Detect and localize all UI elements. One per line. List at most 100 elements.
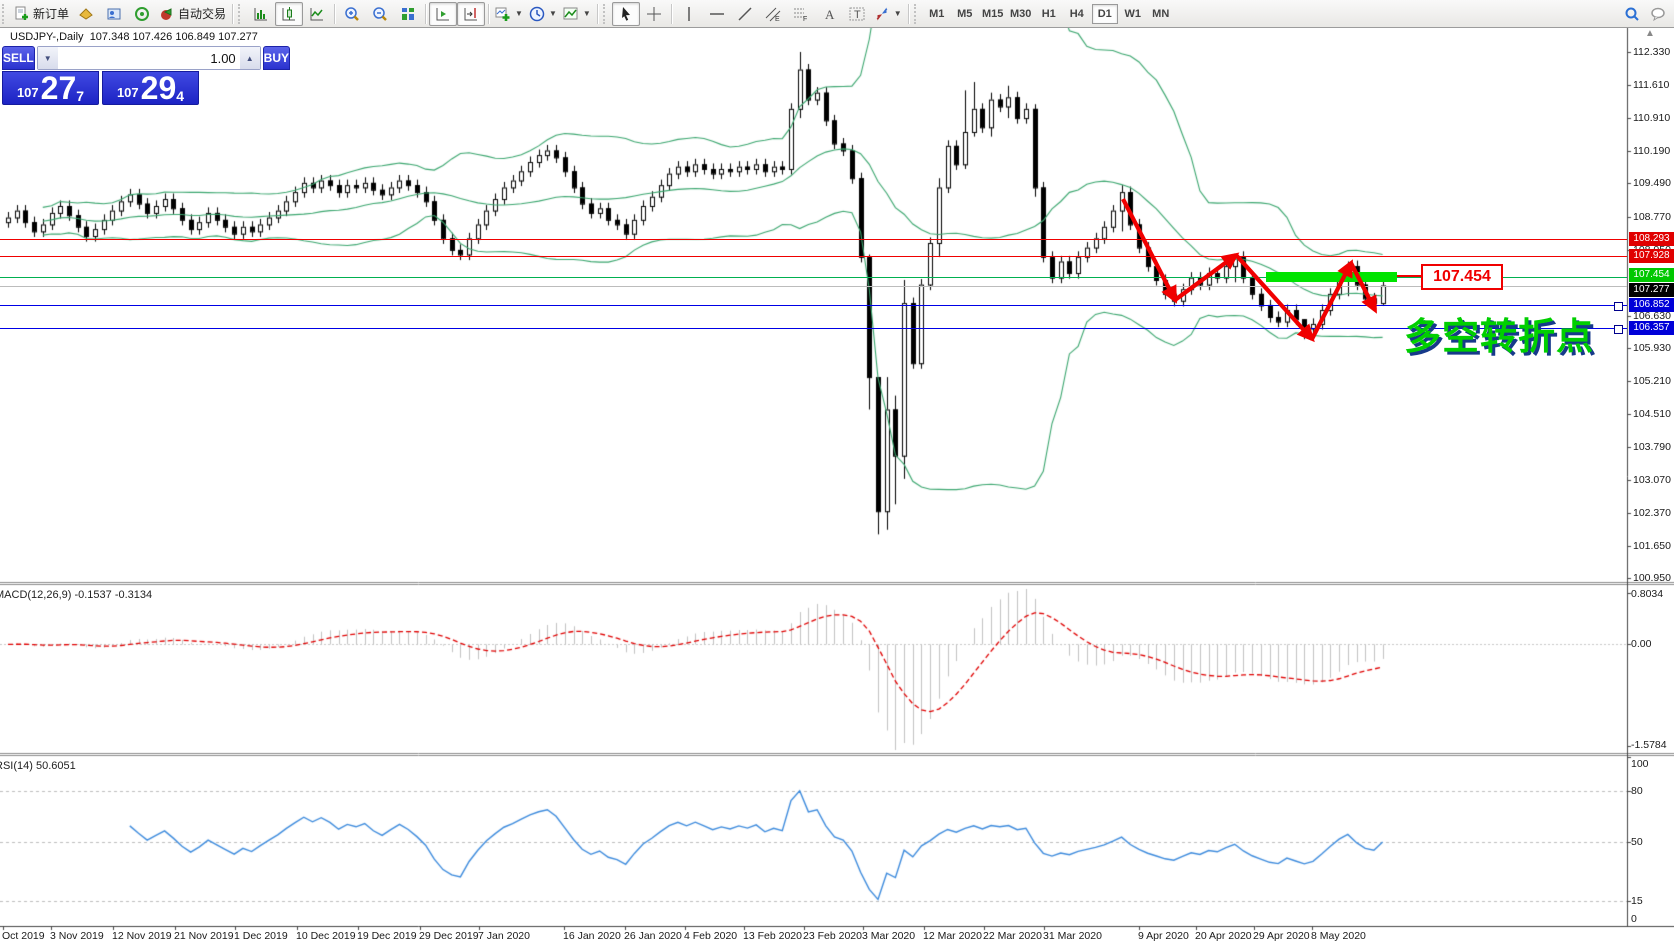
date-label: 13 Feb 2020 [743, 930, 802, 942]
date-label: 3 Nov 2019 [50, 930, 104, 942]
bar-chart-button[interactable] [247, 2, 275, 26]
volume-down-button[interactable]: ▼ [38, 47, 58, 69]
rsi-axis-label: 15 [1631, 895, 1643, 907]
date-label: 29 Dec 2019 [419, 930, 479, 942]
search-icon[interactable] [1624, 6, 1640, 22]
price-tick-label: 105.210 [1633, 375, 1674, 387]
vertical-line-button[interactable] [675, 2, 703, 26]
level-line-107.928[interactable] [0, 256, 1627, 257]
date-label: 20 Apr 2020 [1195, 930, 1252, 942]
cursor-button[interactable] [612, 2, 640, 26]
tile-windows-icon [400, 6, 416, 22]
line-handle[interactable] [1614, 302, 1623, 311]
horizontal-line-button[interactable] [703, 2, 731, 26]
timeframe-m15[interactable]: M15 [980, 4, 1006, 24]
rsi-axis-label: 50 [1631, 836, 1643, 848]
zoom-out-button[interactable] [366, 2, 394, 26]
dropdown-arrow-icon: ▼ [583, 9, 591, 18]
fibonacci-button[interactable]: F [787, 2, 815, 26]
sell-button[interactable]: SELL [2, 46, 35, 70]
date-label: 12 Mar 2020 [923, 930, 982, 942]
timeframe-m5[interactable]: M5 [952, 4, 978, 24]
navigator-button[interactable] [100, 2, 128, 26]
buy-button[interactable]: BUY [263, 46, 290, 70]
horizontal-line-icon [709, 6, 725, 22]
line-handle[interactable] [1614, 325, 1623, 334]
autotrade-label: 自动交易 [178, 5, 226, 22]
scroll-to-end-icon[interactable]: ▲ [1645, 28, 1655, 39]
channel-button[interactable]: E [759, 2, 787, 26]
line-chart-icon [309, 6, 325, 22]
auto-scroll-button[interactable] [429, 2, 457, 26]
sell-big-figure: 107 [17, 85, 39, 100]
indicators-button[interactable]: ▼ [492, 2, 526, 26]
macd-axis-min: -1.5784 [1631, 739, 1667, 751]
chart-shift-button[interactable] [457, 2, 485, 26]
price-tick-label: 104.510 [1633, 408, 1674, 420]
timeframe-m30[interactable]: M30 [1008, 4, 1034, 24]
timeframe-h4[interactable]: H4 [1064, 4, 1090, 24]
price-tick-label: 109.490 [1633, 177, 1674, 189]
text-label-button[interactable]: T [843, 2, 871, 26]
toolbar-grip [914, 4, 921, 24]
level-line-107.277[interactable] [0, 286, 1627, 287]
timeframe-m1[interactable]: M1 [924, 4, 950, 24]
level-line-106.357[interactable] [0, 328, 1627, 329]
date-label: 29 Apr 2020 [1253, 930, 1310, 942]
date-label: 4 Feb 2020 [684, 930, 737, 942]
price-tick-label: 103.070 [1633, 474, 1674, 486]
sell-price[interactable]: 107 27 7 [2, 71, 99, 105]
svg-text:E: E [775, 16, 780, 22]
autotrade-icon [159, 6, 175, 22]
timeframe-h1[interactable]: H1 [1036, 4, 1062, 24]
text-label-icon: T [849, 6, 865, 22]
trendline-button[interactable] [731, 2, 759, 26]
zoom-in-button[interactable] [338, 2, 366, 26]
price-callout[interactable]: 107.454 [1421, 264, 1503, 290]
timeframe-mn[interactable]: MN [1148, 4, 1174, 24]
buy-pipette: 4 [176, 89, 184, 103]
periods-button[interactable]: ▼ [526, 2, 560, 26]
date-label: 22 Mar 2020 [983, 930, 1042, 942]
timeframe-d1[interactable]: D1 [1092, 4, 1118, 24]
styler-button[interactable] [72, 2, 100, 26]
rsi-label: RSI(14) 50.6051 [0, 760, 76, 772]
highlight-bar[interactable] [1266, 272, 1397, 282]
volume-up-button[interactable]: ▲ [240, 47, 260, 69]
tile-windows-button[interactable] [394, 2, 422, 26]
toolbar-grip [2, 4, 9, 24]
text-button[interactable]: A [815, 2, 843, 26]
level-line-108.293[interactable] [0, 239, 1627, 240]
date-label: 9 Apr 2020 [1138, 930, 1189, 942]
price-tick-label: 103.790 [1633, 441, 1674, 453]
crosshair-button[interactable] [640, 2, 668, 26]
fibonacci-icon: F [793, 6, 809, 22]
volume-input[interactable] [58, 47, 240, 69]
buy-price[interactable]: 107 29 4 [102, 71, 199, 105]
rsi-axis-label: 80 [1631, 785, 1643, 797]
date-label: 16 Jan 2020 [563, 930, 621, 942]
macd-axis-zero: 0.00 [1631, 638, 1651, 650]
toolbar-right [1624, 6, 1666, 22]
new-order-button[interactable]: 新订单 [11, 2, 72, 26]
callout-leader-line [1397, 275, 1421, 277]
signals-button[interactable] [128, 2, 156, 26]
price-tick-label: 105.930 [1633, 342, 1674, 354]
date-label: 19 Dec 2019 [357, 930, 417, 942]
buy-big-figure: 107 [117, 85, 139, 100]
date-label: 1 Dec 2019 [234, 930, 288, 942]
level-line-106.852[interactable] [0, 305, 1627, 306]
arrows-button[interactable]: ▼ [871, 2, 905, 26]
candlestick-chart-button[interactable] [275, 2, 303, 26]
autotrade-button[interactable]: 自动交易 [156, 2, 229, 26]
chat-icon[interactable] [1650, 6, 1666, 22]
timeframe-w1[interactable]: W1 [1120, 4, 1146, 24]
annotation-text[interactable]: 多空转折点 [1404, 306, 1594, 360]
toolbar-grip [603, 4, 610, 24]
chart-canvas[interactable] [0, 0, 1674, 949]
line-chart-button[interactable] [303, 2, 331, 26]
price-chip: 106.357 [1629, 321, 1674, 335]
templates-button[interactable]: ▼ [560, 2, 594, 26]
price-tick-label: 100.950 [1633, 572, 1674, 584]
price-chip: 108.293 [1629, 232, 1674, 246]
